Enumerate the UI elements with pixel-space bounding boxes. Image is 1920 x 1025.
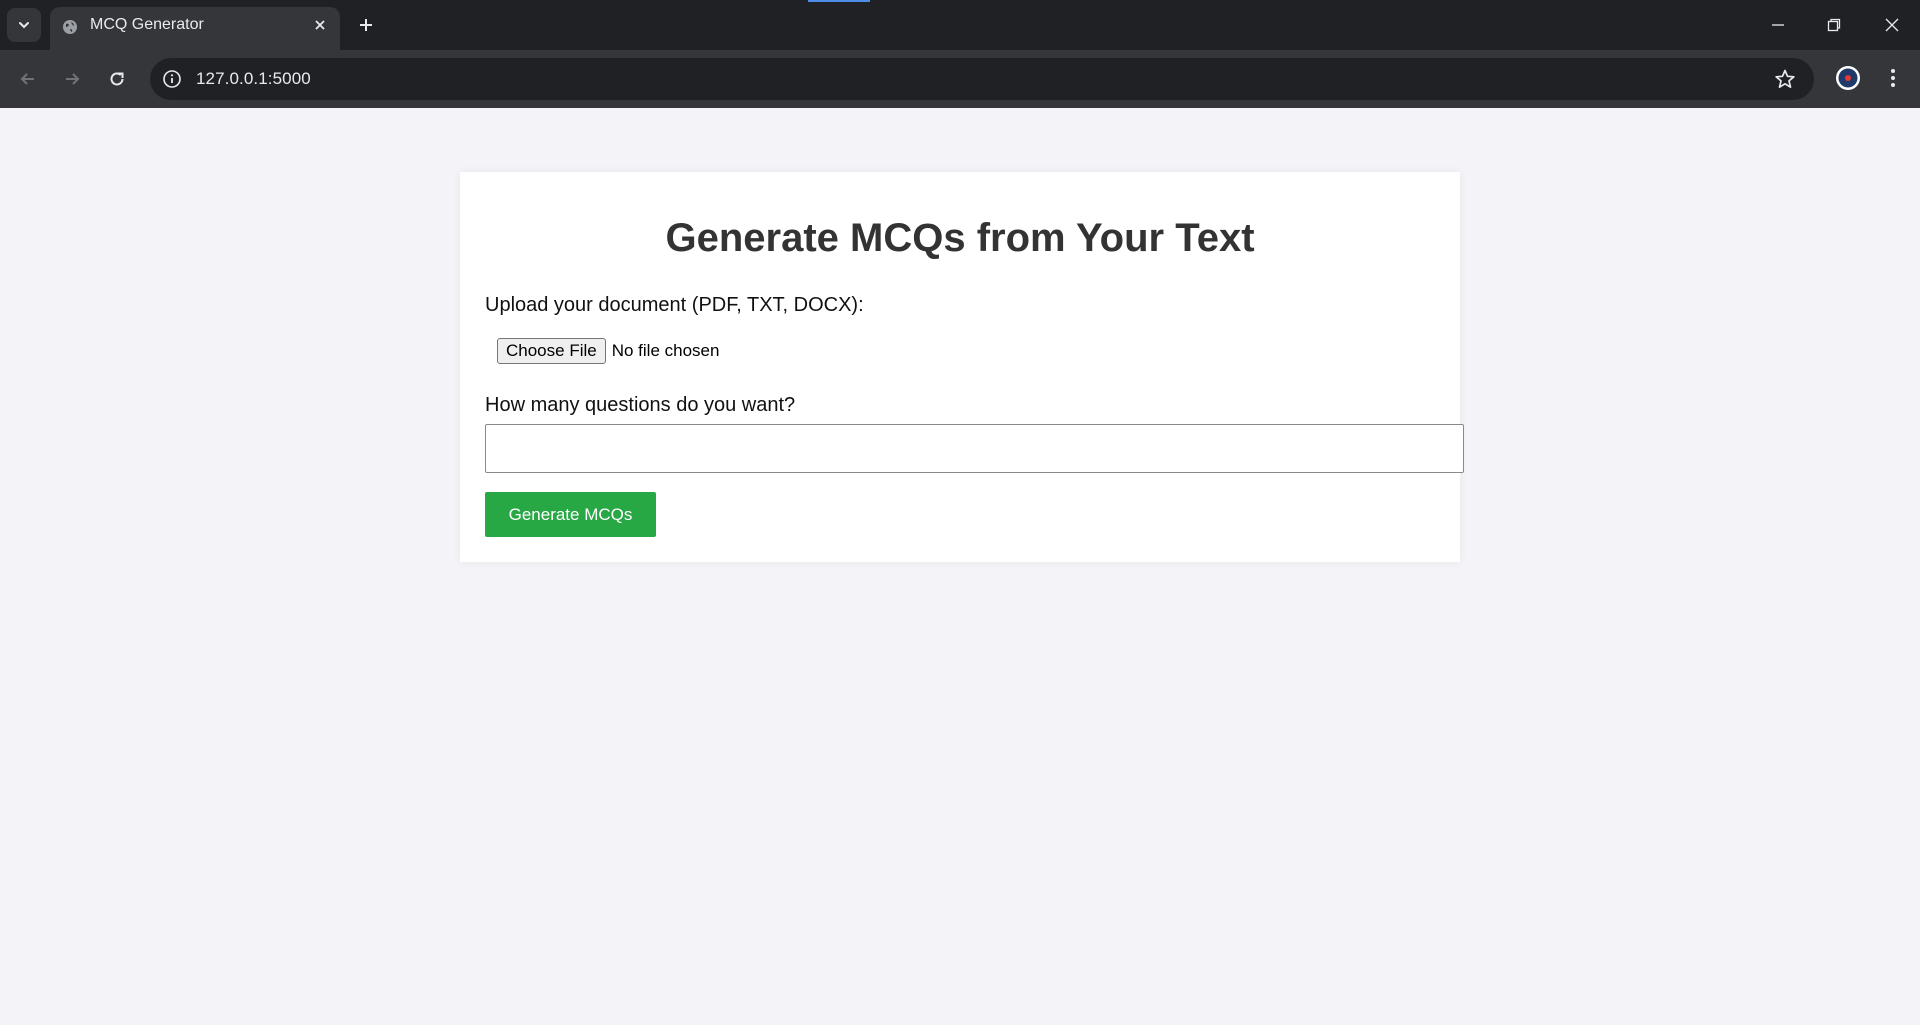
forward-button[interactable] bbox=[56, 63, 88, 95]
star-icon[interactable] bbox=[1774, 68, 1796, 90]
back-button[interactable] bbox=[12, 63, 44, 95]
question-count-input[interactable] bbox=[485, 424, 1464, 473]
browser-toolbar: 127.0.0.1:5000 bbox=[0, 50, 1920, 108]
file-input[interactable]: Choose File No file chosen bbox=[497, 338, 719, 364]
close-icon bbox=[315, 20, 325, 30]
chevron-down-icon bbox=[19, 22, 29, 29]
browser-tab[interactable]: MCQ Generator bbox=[50, 7, 340, 50]
plus-icon bbox=[360, 19, 372, 31]
choose-file-button[interactable]: Choose File bbox=[497, 338, 606, 364]
minimize-icon bbox=[1772, 24, 1784, 26]
generate-mcqs-button[interactable]: Generate MCQs bbox=[485, 492, 656, 537]
tab-close-button[interactable] bbox=[310, 15, 330, 35]
info-icon[interactable] bbox=[162, 69, 182, 89]
profile-icon[interactable] bbox=[1834, 64, 1862, 92]
browser-titlebar: MCQ Generator bbox=[0, 0, 1920, 50]
upload-label: Upload your document (PDF, TXT, DOCX): bbox=[485, 294, 864, 316]
new-tab-button[interactable] bbox=[352, 11, 380, 39]
reload-button[interactable] bbox=[101, 63, 133, 95]
close-icon bbox=[1885, 18, 1899, 32]
loading-indicator bbox=[808, 0, 870, 2]
arrow-right-icon bbox=[66, 73, 80, 85]
reload-icon bbox=[110, 72, 124, 86]
restore-button[interactable] bbox=[1806, 0, 1862, 50]
tab-search-button[interactable] bbox=[7, 8, 41, 42]
file-status: No file chosen bbox=[611, 341, 720, 360]
browser-menu-button[interactable] bbox=[1878, 63, 1908, 93]
page-title: Generate MCQs from Your Text bbox=[665, 216, 1255, 260]
tab-title: MCQ Generator bbox=[90, 16, 204, 33]
address-bar[interactable]: 127.0.0.1:5000 bbox=[150, 58, 1814, 100]
mcq-form-card: Generate MCQs from Your Text Upload your… bbox=[460, 172, 1464, 562]
questions-label: How many questions do you want? bbox=[485, 394, 796, 416]
arrow-left-icon bbox=[20, 73, 34, 85]
globe-icon bbox=[63, 20, 77, 34]
minimize-button[interactable] bbox=[1750, 0, 1806, 50]
restore-icon bbox=[1827, 18, 1841, 32]
kebab-menu-icon bbox=[1891, 69, 1895, 87]
close-window-button[interactable] bbox=[1864, 0, 1920, 50]
url-text[interactable]: 127.0.0.1:5000 bbox=[196, 58, 311, 100]
